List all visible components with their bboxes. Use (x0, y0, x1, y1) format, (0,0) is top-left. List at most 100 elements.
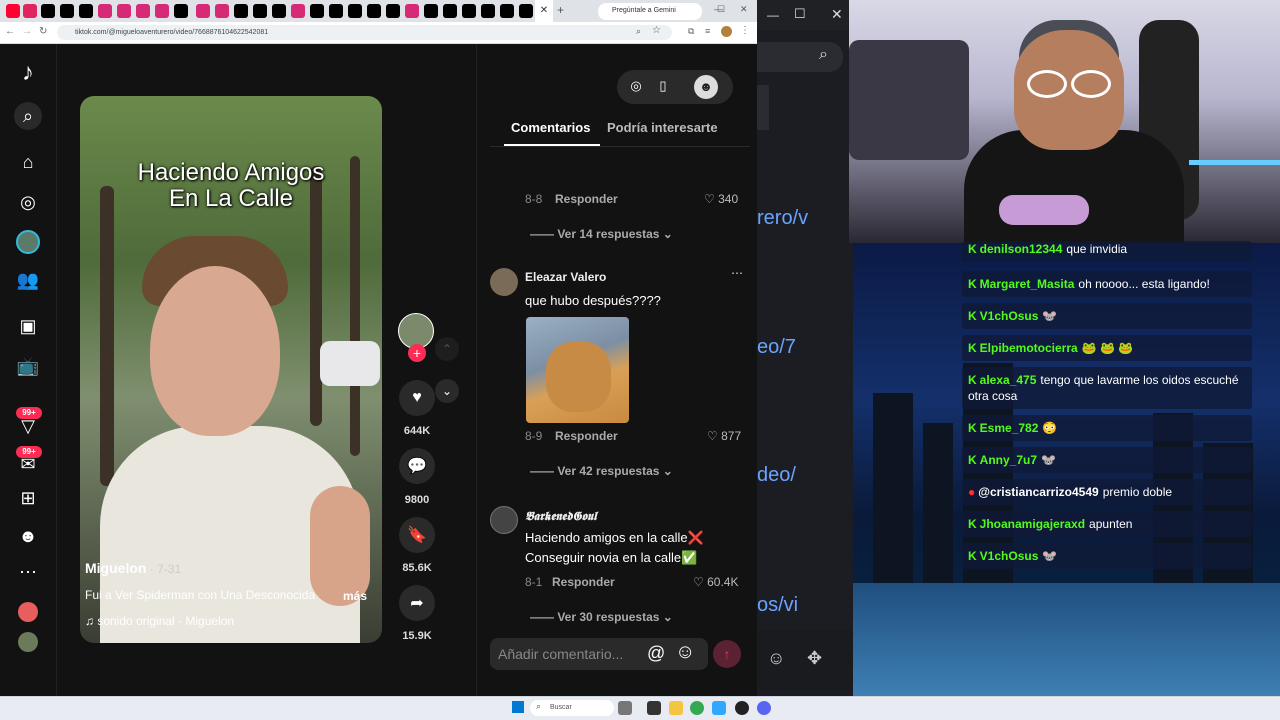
bookmark-star-icon[interactable]: ☆ (652, 25, 661, 36)
comment-likes[interactable]: ♡ 340 (704, 192, 738, 206)
chrome-icon[interactable] (690, 701, 704, 715)
reload-icon[interactable]: ↻ (39, 26, 47, 37)
more-icon[interactable]: ⋮ (740, 25, 750, 36)
author-name[interactable]: Miguelon (85, 560, 146, 576)
emoji-icon[interactable]: ☺ (675, 641, 695, 664)
taskbar-search[interactable]: Buscar (530, 700, 614, 716)
instagram-tab-icon[interactable] (291, 4, 305, 18)
tiktok-tab-icon[interactable] (443, 4, 457, 18)
view-replies-button[interactable]: —— Ver 14 respuestas ⌄ (530, 227, 673, 241)
tiktok-tab-icon[interactable] (79, 4, 93, 18)
start-icon[interactable] (512, 701, 524, 713)
reply-button[interactable]: Responder (555, 429, 618, 443)
upload-icon[interactable]: ⊞ (14, 484, 42, 512)
previous-video-icon[interactable]: ⌃ (435, 337, 459, 361)
tv-icon[interactable]: 📺 (14, 352, 42, 380)
activity-icon[interactable]: ▽ (14, 412, 42, 440)
messages-icon[interactable]: ✉ (14, 450, 42, 478)
share-arrow-icon[interactable]: ➦ (399, 585, 435, 621)
tiktok-tab-icon[interactable] (329, 4, 343, 18)
chat-username[interactable]: Elpibemotocierra (980, 341, 1078, 355)
menu-icon[interactable]: ≡ (705, 26, 710, 36)
commenter-avatar[interactable] (490, 268, 518, 296)
back-icon[interactable]: ← (5, 26, 15, 37)
commenter-name[interactable]: Eleazar Valero (525, 270, 606, 284)
tiktok-tab-icon[interactable] (519, 4, 533, 18)
tiktok-tab-icon[interactable] (234, 4, 248, 18)
search-icon[interactable]: ⌕ (819, 46, 828, 64)
instagram-tab-icon[interactable] (136, 4, 150, 18)
discord-icon[interactable] (757, 701, 771, 715)
comment-sticker-image[interactable] (526, 317, 629, 423)
tiktok-tab-icon[interactable] (386, 4, 400, 18)
chat-username[interactable]: V1chOsus (980, 549, 1039, 563)
live-icon[interactable]: ▣ (14, 312, 42, 340)
tiktok-tab-icon[interactable] (253, 4, 267, 18)
chat-username[interactable]: Jhoanamigajeraxd (980, 517, 1085, 531)
next-video-icon[interactable]: ⌄ (435, 379, 459, 403)
comment-bubble-icon[interactable]: 💬 (399, 448, 435, 484)
close-tab-icon[interactable]: ✕ (535, 0, 553, 22)
tiktok-tab-icon[interactable] (310, 4, 324, 18)
close-window-icon[interactable]: ✕ (831, 6, 843, 23)
tiktok-tab-icon[interactable] (174, 4, 188, 18)
tiktok-tab-icon[interactable] (60, 4, 74, 18)
instagram-tab-icon[interactable] (215, 4, 229, 18)
extensions-icon[interactable]: ⧉ (688, 26, 694, 37)
sound-link[interactable]: ♫ sonido original - Miguelon (85, 614, 234, 628)
instagram-tab-icon[interactable] (117, 4, 131, 18)
more-button[interactable]: más (343, 589, 367, 603)
view-replies-button[interactable]: —— Ver 30 respuestas ⌄ (530, 610, 673, 624)
forward-icon[interactable]: → (22, 26, 32, 37)
comment-options-icon[interactable]: ⋯ (731, 266, 743, 280)
coins-icon[interactable]: ◎ (627, 78, 645, 96)
maximize-icon[interactable]: ☐ (794, 6, 806, 22)
chat-username[interactable]: denilson12344 (980, 242, 1063, 256)
profile-icon[interactable]: ☻ (14, 522, 42, 550)
account-avatar[interactable] (18, 632, 38, 652)
tiktok-logo-icon[interactable]: ♪ (14, 59, 42, 87)
tiktok-tab-icon[interactable] (41, 4, 55, 18)
mention-icon[interactable]: @ (647, 643, 665, 664)
instagram-tab-icon[interactable] (405, 4, 419, 18)
follow-plus-icon[interactable]: + (408, 344, 426, 362)
chat-username[interactable]: V1chOsus (980, 309, 1039, 323)
instagram-tab-icon[interactable] (98, 4, 112, 18)
minimize-icon[interactable]: — (767, 8, 779, 22)
gemini-button[interactable]: Pregúntale a Gemini (598, 3, 702, 20)
tiktok-tab-icon[interactable] (500, 4, 514, 18)
maximize-icon[interactable]: ☐ (717, 4, 725, 15)
comment-likes[interactable]: ♡ 877 (707, 429, 741, 443)
task-view-icon[interactable] (618, 701, 632, 715)
youtube-tab-icon[interactable] (6, 4, 20, 18)
search-box[interactable] (757, 42, 843, 72)
reply-button[interactable]: Responder (552, 575, 615, 589)
apps-icon[interactable]: ✥ (807, 648, 822, 669)
emoji-icon[interactable]: ☺ (767, 648, 785, 669)
chat-username[interactable]: @cristiancarrizo4549 (978, 485, 1098, 499)
mobile-icon[interactable]: ▯ (654, 78, 672, 96)
bookmark-icon[interactable]: 🔖 (399, 517, 435, 553)
profile-avatar[interactable] (721, 26, 732, 37)
app-icon[interactable] (735, 701, 749, 715)
tab-icon[interactable] (23, 4, 37, 18)
file-explorer-icon[interactable] (669, 701, 683, 715)
account-avatar[interactable] (18, 602, 38, 622)
view-replies-button[interactable]: —— Ver 42 respuestas ⌄ (530, 464, 673, 478)
comment-likes[interactable]: ♡ 60.4K (693, 575, 738, 589)
new-tab-icon[interactable]: + (557, 3, 564, 17)
tab-recommended[interactable]: Podría interesarte (607, 120, 718, 135)
tiktok-tab-icon[interactable] (272, 4, 286, 18)
tiktok-tab-icon[interactable] (348, 4, 362, 18)
video-author[interactable]: Miguelon · 7-31 (85, 560, 181, 576)
commenter-name[interactable]: 𝕭𝖆𝖗𝖐𝖊𝖓𝖊𝖉𝕲𝖔𝖚𝖑 (525, 509, 597, 524)
photoshop-icon[interactable] (712, 701, 726, 715)
chat-username[interactable]: Anny_7u7 (980, 453, 1037, 467)
instagram-tab-icon[interactable] (196, 4, 210, 18)
like-heart-icon[interactable]: ♥ (399, 380, 435, 416)
tiktok-tab-icon[interactable] (424, 4, 438, 18)
following-avatar-icon[interactable] (16, 230, 40, 254)
chat-username[interactable]: Esme_782 (980, 421, 1039, 435)
search-icon[interactable]: ⌕ (14, 102, 42, 130)
user-avatar-icon[interactable]: ☻ (694, 75, 718, 99)
